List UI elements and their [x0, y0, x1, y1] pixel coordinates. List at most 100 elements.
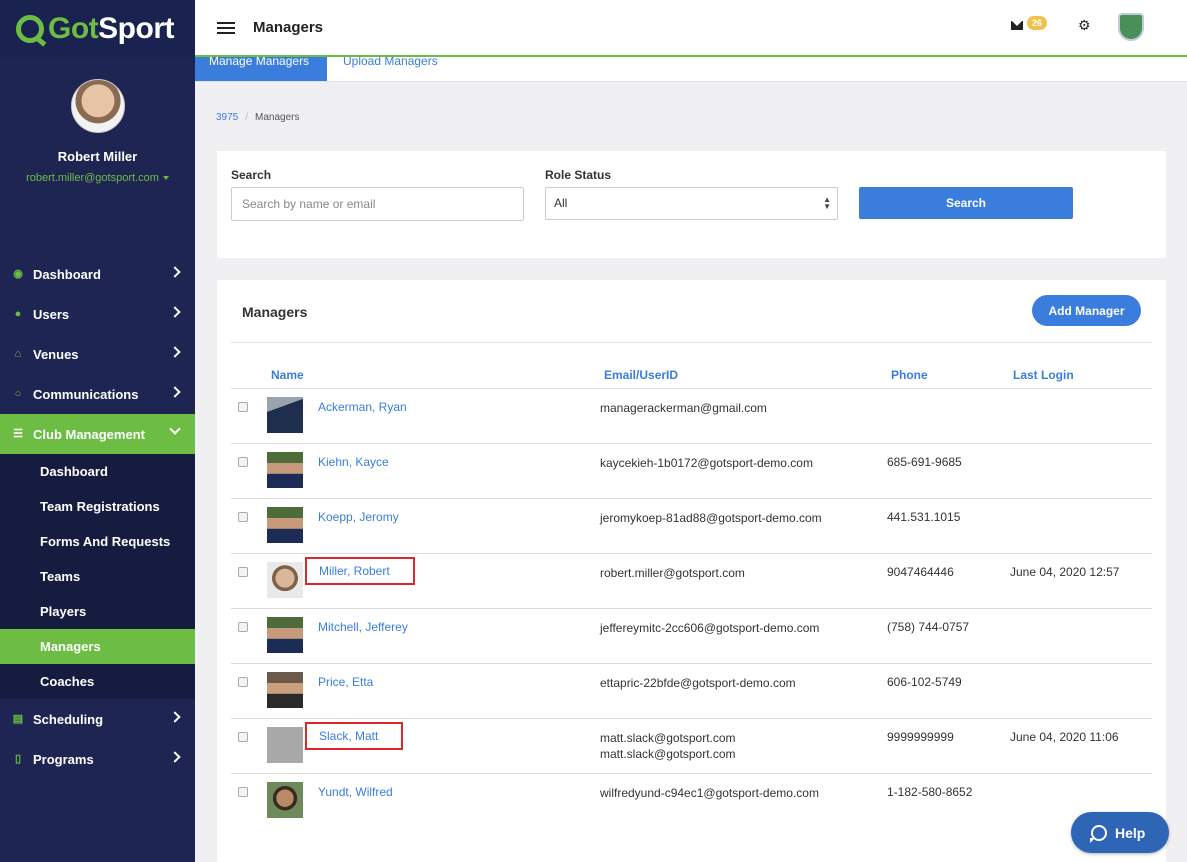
page-title: Managers: [253, 19, 324, 36]
role-status-label: Role Status: [545, 168, 612, 182]
table-row: Price, Etta ettapric-22bfde@gotsport-dem…: [231, 664, 1152, 719]
manager-name-link[interactable]: Price, Etta: [318, 675, 373, 689]
sub-coaches[interactable]: Coaches: [0, 664, 195, 699]
sub-managers[interactable]: Managers: [0, 629, 195, 664]
manager-phone: 9999999999: [887, 730, 954, 744]
row-checkbox[interactable]: [238, 787, 248, 797]
nav-club-management[interactable]: ☰ Club Management: [0, 414, 195, 454]
sidebar: GotSport Robert Miller robert.miller@got…: [0, 0, 195, 862]
manager-email: jeffereymitc-2cc606@gotsport-demo.com: [600, 621, 820, 635]
home-icon: ⌂: [14, 348, 22, 360]
manager-email: matt.slack@gotsport.com matt.slack@gotspo…: [600, 731, 736, 761]
nav-communications[interactable]: ○ Communications: [0, 374, 195, 414]
logo-text: GotSport: [48, 11, 174, 45]
profile-email-dropdown[interactable]: robert.miller@gotsport.com: [0, 172, 195, 184]
manager-name-link[interactable]: Mitchell, Jefferey: [318, 620, 408, 634]
nav-dashboard[interactable]: ◉ Dashboard: [0, 254, 195, 294]
manager-name-link[interactable]: Koepp, Jeromy: [318, 510, 399, 524]
search-label: Search: [231, 168, 272, 182]
profile-panel: Robert Miller robert.miller@gotsport.com: [0, 57, 195, 254]
logo-bar[interactable]: GotSport: [0, 0, 195, 57]
nav-users[interactable]: ● Users: [0, 294, 195, 334]
row-checkbox[interactable]: [238, 567, 248, 577]
avatar: [267, 397, 303, 433]
document-icon: ▯: [14, 753, 22, 765]
manager-phone: 606-102-5749: [887, 675, 962, 689]
dashboard-icon: ◉: [13, 268, 23, 280]
avatar: [267, 562, 303, 598]
avatar: [267, 672, 303, 708]
table-row: Mitchell, Jefferey jeffereymitc-2cc606@g…: [231, 609, 1152, 664]
table-header: Name Email/UserID Phone Last Login: [231, 343, 1152, 389]
notification-badge[interactable]: 26: [1027, 16, 1048, 30]
chat-icon: ○: [14, 388, 22, 400]
gotsport-logo-icon: [16, 14, 44, 43]
role-status-select[interactable]: All ▲ ▼: [545, 187, 838, 220]
select-arrows-icon: ▲ ▼: [823, 195, 831, 211]
sub-teams[interactable]: Teams: [0, 559, 195, 594]
manager-name-link[interactable]: Kiehn, Kayce: [318, 455, 389, 469]
manager-email: ettapric-22bfde@gotsport-demo.com: [600, 676, 796, 690]
column-header-email[interactable]: Email/UserID: [604, 368, 678, 382]
sub-forms-and-requests[interactable]: Forms And Requests: [0, 524, 195, 559]
column-header-name[interactable]: Name: [271, 368, 304, 382]
manager-last-login: June 04, 2020 11:06: [1010, 730, 1119, 744]
topbar: Managers 26 ⚙: [195, 0, 1187, 57]
manager-email: kaycekieh-1b0172@gotsport-demo.com: [600, 456, 813, 470]
chevron-down-icon: [169, 423, 181, 435]
row-checkbox[interactable]: [238, 512, 248, 522]
managers-table: Name Email/UserID Phone Last Login Acker…: [231, 342, 1152, 829]
row-checkbox[interactable]: [238, 402, 248, 412]
sub-dashboard[interactable]: Dashboard: [0, 454, 195, 489]
tab-manage-managers[interactable]: Manage Managers: [195, 57, 327, 81]
column-header-last-login[interactable]: Last Login: [1013, 368, 1074, 382]
chevron-right-icon: [169, 266, 181, 278]
nav-programs[interactable]: ▯ Programs: [0, 739, 195, 779]
mail-icon[interactable]: [1011, 21, 1023, 30]
managers-title: Managers: [242, 304, 308, 320]
row-checkbox[interactable]: [238, 732, 248, 742]
row-checkbox[interactable]: [238, 622, 248, 632]
search-input[interactable]: [231, 187, 524, 221]
help-label: Help: [1115, 824, 1146, 841]
manager-name-link[interactable]: Yundt, Wilfred: [318, 785, 393, 799]
sub-team-registrations[interactable]: Team Registrations: [0, 489, 195, 524]
avatar[interactable]: [70, 79, 125, 133]
breadcrumb: 3975 / Managers: [216, 112, 300, 123]
row-checkbox[interactable]: [238, 457, 248, 467]
manager-name-link[interactable]: Slack, Matt: [305, 722, 404, 750]
nav-scheduling[interactable]: ▤ Scheduling: [0, 699, 195, 739]
list-icon: ☰: [13, 428, 23, 440]
add-manager-button[interactable]: Add Manager: [1032, 295, 1141, 326]
help-button[interactable]: Help: [1071, 812, 1169, 853]
breadcrumb-current: Managers: [255, 112, 300, 123]
avatar: [267, 782, 303, 818]
manager-phone: 9047464446: [887, 565, 954, 579]
avatar-placeholder: [267, 727, 303, 763]
manager-last-login: June 04, 2020 12:57: [1010, 565, 1120, 579]
table-row: Koepp, Jeromy jeromykoep-81ad88@gotsport…: [231, 499, 1152, 554]
manager-name-link[interactable]: Ackerman, Ryan: [318, 400, 407, 414]
manager-email: robert.miller@gotsport.com: [600, 566, 745, 580]
hamburger-menu-icon[interactable]: [217, 22, 235, 34]
manager-phone: 441.531.1015: [887, 510, 961, 524]
search-card: Search Role Status All ▲▼ Search: [217, 151, 1166, 258]
tab-upload-managers[interactable]: Upload Managers: [329, 57, 452, 81]
table-row: Yundt, Wilfred wilfredyund-c94ec1@gotspo…: [231, 774, 1152, 829]
manager-name-link[interactable]: Miller, Robert: [305, 557, 415, 585]
breadcrumb-link[interactable]: 3975: [216, 112, 238, 123]
sub-players[interactable]: Players: [0, 594, 195, 629]
manager-phone: 685-691-9685: [887, 455, 962, 469]
chevron-right-icon: [169, 346, 181, 358]
manager-phone: 1-182-580-8652: [887, 785, 973, 799]
manager-phone: (758) 744-0757: [887, 620, 970, 634]
gear-icon[interactable]: ⚙: [1078, 17, 1091, 34]
row-checkbox[interactable]: [238, 677, 248, 687]
nav-venues[interactable]: ⌂ Venues: [0, 334, 195, 374]
manager-email: managerackerman@gmail.com: [600, 401, 767, 415]
club-logo[interactable]: [1118, 13, 1144, 41]
search-button[interactable]: Search: [859, 187, 1073, 219]
calendar-icon: ▤: [12, 713, 24, 725]
chevron-right-icon: [169, 711, 181, 723]
column-header-phone[interactable]: Phone: [891, 368, 928, 382]
